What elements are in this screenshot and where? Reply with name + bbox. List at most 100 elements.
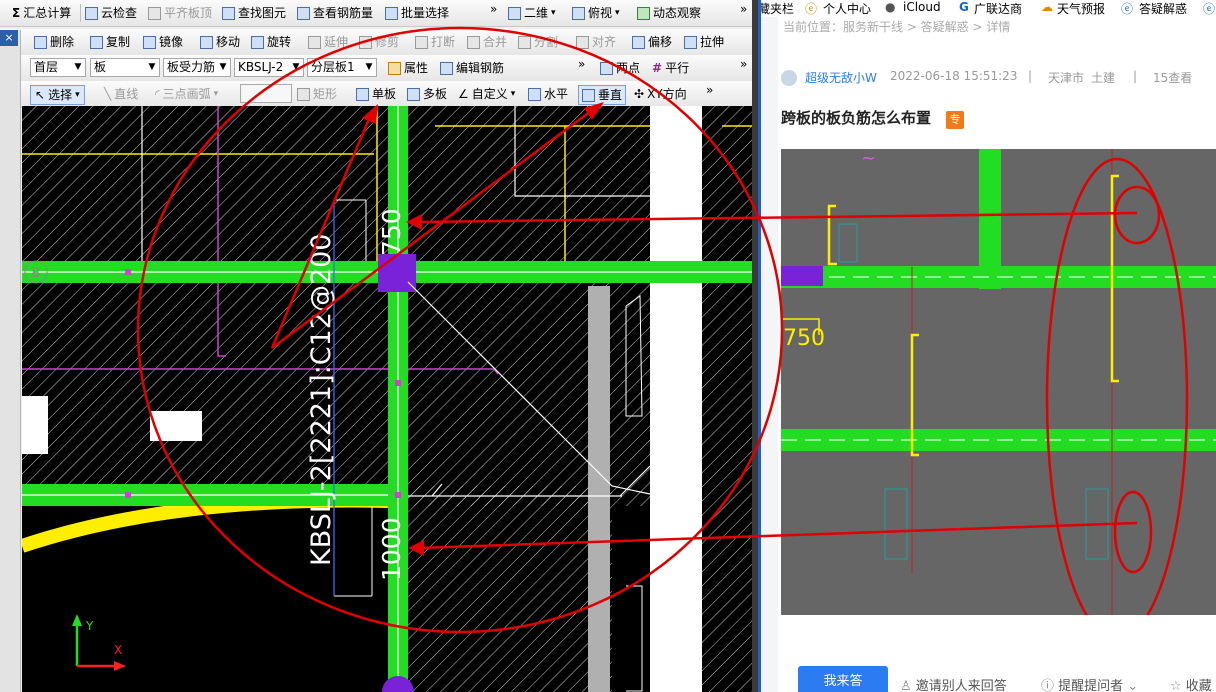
toolbar-overflow-icon-2[interactable]: » (740, 2, 747, 16)
bookmark-weather[interactable]: 天气预报 (1057, 0, 1105, 17)
column (378, 254, 416, 292)
question-title: 跨板的板负筋怎么布置 (781, 109, 932, 127)
dimension-bottom: 1000 (377, 517, 406, 581)
two-point-button[interactable]: 两点 (600, 59, 640, 77)
draw-value-field[interactable] (240, 84, 292, 103)
close-icon[interactable]: × (0, 30, 18, 46)
chevron-down-icon: ⌄ (1123, 679, 1139, 692)
split-icon (518, 35, 531, 49)
find-element-button[interactable]: 查找图元 (222, 4, 286, 22)
select-tool-button[interactable]: ↖ 选择 ▾ (30, 85, 85, 105)
split-button[interactable]: 分割 (518, 33, 558, 51)
multi-slab-button[interactable]: 多板 (407, 85, 447, 103)
rebar-type-select[interactable]: 板受力筋 ▼ (163, 58, 231, 77)
batch-select-button[interactable]: 批量选择 (385, 4, 449, 22)
avatar[interactable] (781, 70, 797, 86)
bookmark-glodon[interactable]: 广联达商 (974, 0, 1022, 17)
extend-button[interactable]: 延伸 (308, 33, 348, 51)
property-button[interactable]: 属性 (388, 59, 428, 77)
offset-button[interactable]: 偏移 (632, 33, 672, 51)
cad-canvas[interactable]: B KBSLJ-2[2221]:C12@200 750 1000 Y X (22, 106, 752, 692)
merge-button[interactable]: 合并 (467, 33, 507, 51)
rect-tool-button[interactable]: 矩形 (297, 85, 337, 103)
collect-link[interactable]: ☆ 收藏 (1170, 675, 1212, 692)
slab-hatch-right (702, 106, 752, 692)
line-tool-button[interactable]: ╲ 直线 (104, 85, 138, 103)
edit-rebar-button[interactable]: 编辑钢筋 (440, 59, 504, 77)
move-button[interactable]: 移动 (200, 33, 240, 51)
axis-label: B (32, 266, 41, 281)
question-card: 当前位置：服务新干线 > 答疑解惑 > 详情 超级无敌小W 2022-06-18… (778, 17, 1216, 692)
rotate-button[interactable]: 旋转 (251, 33, 291, 51)
view-2d-dropdown[interactable]: 二维 ▾ (508, 4, 556, 22)
toolbar-overflow-icon[interactable]: » (490, 2, 497, 16)
grip-point[interactable] (125, 492, 131, 498)
trim-button[interactable]: 修剪 (359, 33, 399, 51)
question-image[interactable]: 750 ~ (781, 149, 1216, 615)
rotate-icon (251, 35, 264, 49)
weather-icon: ☁ (1041, 0, 1053, 14)
dimension-top: 750 (377, 208, 406, 256)
type-select[interactable]: 板 ▼ (90, 58, 160, 77)
floor-select[interactable]: 首层 ▼ (30, 58, 86, 77)
separator (80, 4, 81, 22)
rebar-code-select[interactable]: KBSLJ-2 ▼ (234, 58, 304, 77)
delete-button[interactable]: 删除 (34, 33, 74, 51)
cloud-check-button[interactable]: 云检查 (85, 4, 137, 22)
mirror-button[interactable]: 镜像 (143, 33, 183, 51)
invite-link[interactable]: ♙ 邀请别人来回答 (900, 675, 1007, 692)
align-button[interactable]: 对齐 (576, 33, 616, 51)
parallel-button[interactable]: # 平行 (652, 59, 689, 77)
bookmark-personal-center[interactable]: 个人中心 (823, 0, 871, 17)
dynamic-view-button[interactable]: 动态观察 (637, 4, 701, 22)
bookmark-qa[interactable]: 答疑解惑 (1139, 0, 1187, 17)
layer-select[interactable]: 分层板1 ▼ (307, 58, 377, 77)
apple-icon: ● (885, 0, 896, 14)
custom-button[interactable]: ∠ 自定义 ▾ (458, 85, 515, 103)
edit-rebar-icon (440, 61, 453, 75)
chevron-down-icon: ▼ (292, 62, 300, 72)
copy-button[interactable]: 复制 (90, 33, 130, 51)
summary-calc-button[interactable]: Σ 汇总计算 (12, 4, 71, 22)
stretch-button[interactable]: 拉伸 (684, 33, 724, 51)
multi-slab-icon (407, 87, 420, 101)
bookmark-favorites[interactable]: 藏夹栏 (761, 0, 794, 17)
toolbar-overflow-icon-3[interactable]: » (578, 57, 585, 71)
align-slab-top-button[interactable]: 平齐板顶 (148, 4, 212, 22)
vertical-button[interactable]: 垂直 (578, 85, 627, 105)
toolbar-draw: ↖ 选择 ▾ ╲ 直线 ◜ 三点画弧 ▾ 矩形 单板 多板 ∠ 自定义 ▾ 水平 垂直 ✣ XY… (0, 81, 752, 108)
top-view-dropdown[interactable]: 俯视 ▾ (572, 4, 620, 22)
rebar-annotation: KBSLJ-2[2221]:C12@200 (306, 234, 337, 566)
toolbar-overflow-icon-4[interactable]: » (740, 57, 747, 71)
rebar-qty-icon (297, 6, 310, 20)
single-slab-button[interactable]: 单板 (356, 85, 396, 103)
copy-icon (90, 35, 103, 49)
grip-point[interactable] (395, 492, 401, 498)
white-block-left (22, 396, 48, 454)
grip-point[interactable] (125, 269, 131, 275)
img-magenta-label: ~ (861, 149, 876, 169)
toolbar-overflow-icon-5[interactable]: » (706, 83, 713, 97)
xy-direction-button[interactable]: ✣ XY方向 (634, 85, 687, 103)
remind-link[interactable]: ⓘ 提醒提问者 ⌄ (1041, 675, 1138, 692)
line-icon: ╲ (104, 87, 112, 101)
property-icon (388, 61, 401, 75)
delete-icon (34, 35, 47, 49)
answer-button[interactable]: 我来答 (798, 666, 888, 692)
view-rebar-qty-button[interactable]: 查看钢筋量 (297, 4, 373, 22)
mirror-icon (143, 35, 156, 49)
cad-application: Σ 汇总计算 云检查 平齐板顶 查找图元 查看钢筋量 批量选择 » 二维 ▾ 俯视 ▾… (0, 0, 752, 692)
arc-tool-button[interactable]: ◜ 三点画弧 ▾ (155, 85, 218, 103)
grip-point[interactable] (395, 380, 401, 386)
bookmark-icon-3: ⓔ (1203, 2, 1216, 16)
break-button[interactable]: 打断 (415, 33, 455, 51)
move-icon (200, 35, 213, 49)
horizontal-button[interactable]: 水平 (528, 85, 568, 103)
chevron-down-icon: ▼ (74, 62, 82, 72)
white-block (150, 411, 202, 441)
merge-icon (467, 35, 480, 49)
align-icon (576, 35, 589, 49)
author-name[interactable]: 超级无敌小W (805, 69, 877, 86)
bookmark-icloud[interactable]: iCloud (903, 0, 941, 14)
two-point-icon (600, 61, 613, 75)
